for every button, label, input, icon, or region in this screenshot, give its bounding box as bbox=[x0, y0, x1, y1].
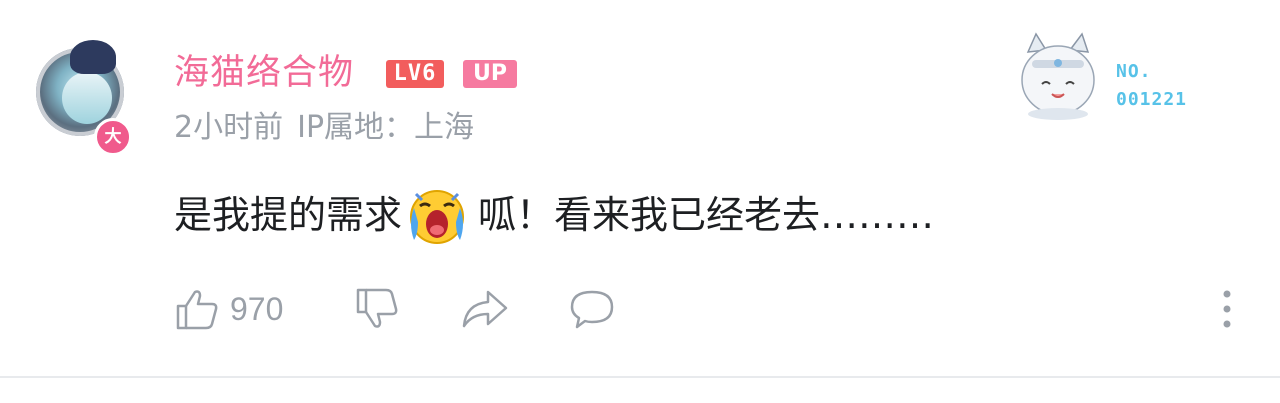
dislike-button[interactable] bbox=[354, 284, 400, 334]
like-count: 970 bbox=[230, 290, 284, 327]
avatar-image bbox=[62, 72, 112, 124]
comment-actions: 970 bbox=[174, 284, 1254, 334]
username[interactable]: 海猫络合物 bbox=[174, 50, 354, 96]
share-button[interactable] bbox=[460, 284, 510, 334]
ip-location: IP属地：上海 bbox=[297, 110, 475, 145]
fan-badge-value: 001221 bbox=[1116, 89, 1188, 110]
comment-item: 大 海猫络合物 LV6 UP 2小时前 IP属地：上海 NO. 001221 是我… bbox=[0, 0, 1280, 403]
like-button[interactable]: 970 bbox=[174, 284, 283, 334]
comment-text-part1: 是我提的需求 bbox=[174, 193, 403, 237]
fan-badge-number: NO. 001221 bbox=[1116, 58, 1187, 114]
comment-time: 2小时前 bbox=[174, 110, 284, 145]
crying-emoji-icon bbox=[410, 190, 465, 244]
fan-badge-character-icon bbox=[1021, 32, 1095, 120]
comment-text-part2: 呱！看来我已经老去……… bbox=[478, 193, 935, 237]
avatar[interactable]: 大 bbox=[30, 38, 134, 156]
comment-content: 是我提的需求 呱！看来我已经老去……… bbox=[174, 184, 934, 246]
more-icon bbox=[1223, 290, 1231, 328]
level-badge: LV6 bbox=[386, 60, 444, 88]
avatar-badge: 大 bbox=[94, 118, 132, 156]
up-badge: UP bbox=[463, 60, 517, 88]
reply-icon bbox=[570, 290, 614, 329]
like-icon bbox=[176, 290, 218, 330]
dislike-icon bbox=[356, 288, 398, 328]
more-options-button[interactable] bbox=[1212, 284, 1242, 334]
reply-button[interactable] bbox=[568, 284, 616, 334]
fan-badge-label: NO. bbox=[1116, 61, 1152, 82]
divider bbox=[0, 376, 1280, 378]
share-icon bbox=[462, 290, 508, 328]
fan-badge[interactable]: NO. 001221 bbox=[1010, 30, 1210, 120]
avatar-hat-decoration bbox=[70, 40, 116, 74]
comment-meta: 2小时前 IP属地：上海 bbox=[174, 108, 488, 148]
